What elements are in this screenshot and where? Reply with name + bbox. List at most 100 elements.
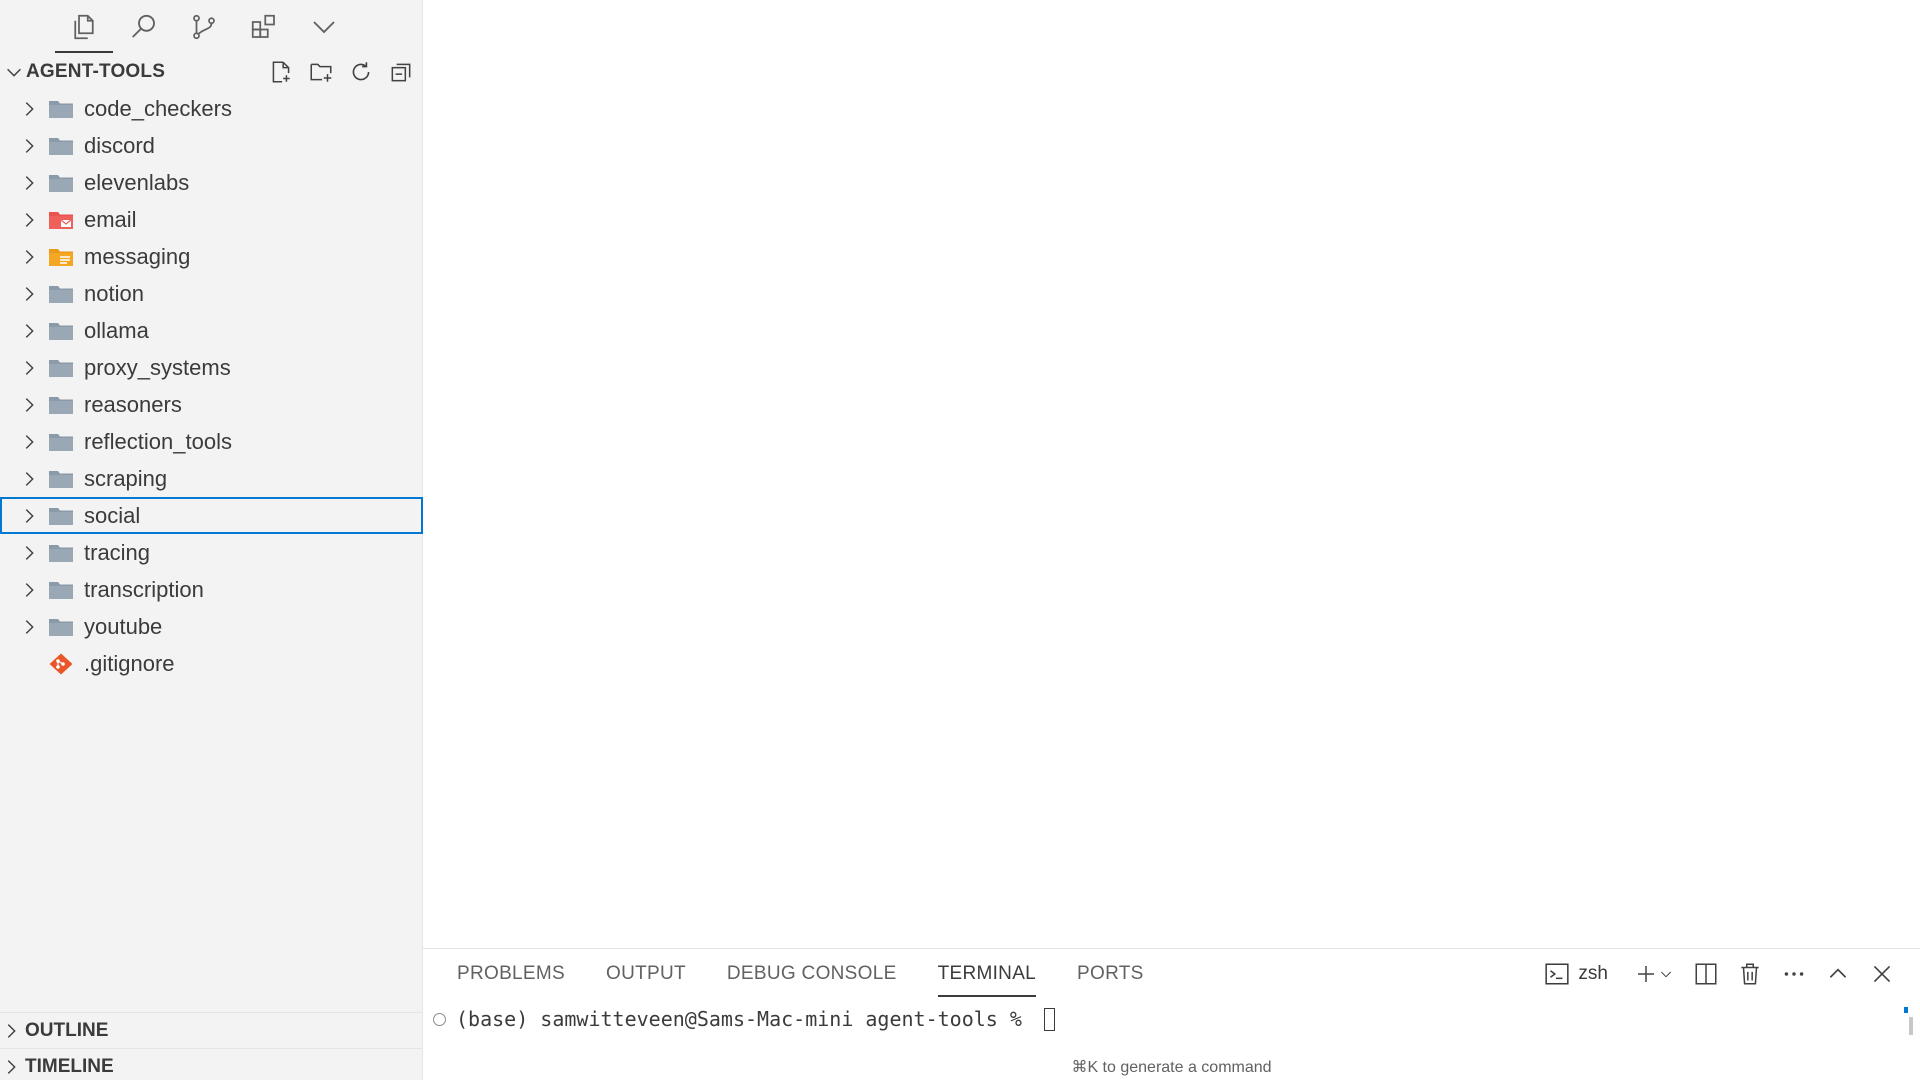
editor-area[interactable] — [423, 0, 1920, 948]
close-panel-button[interactable] — [1868, 960, 1896, 988]
outline-title: OUTLINE — [25, 1019, 109, 1041]
source-control-icon — [193, 14, 215, 40]
source-control-button[interactable] — [174, 3, 234, 51]
folder-icon — [49, 470, 73, 488]
timeline-title: TIMELINE — [25, 1055, 114, 1077]
panel-tabs: PROBLEMS OUTPUT DEBUG CONSOLE TERMINAL P… — [457, 949, 1144, 999]
tree-item-label: code_checkers — [84, 95, 232, 121]
explorer-header[interactable]: AGENT-TOOLS — [0, 56, 423, 88]
timeline-section[interactable]: TIMELINE — [0, 1048, 423, 1084]
tree-item-messaging[interactable]: messaging — [0, 238, 423, 275]
folder-icon — [49, 618, 73, 636]
scrollbar-marker-icon — [1904, 1007, 1913, 1035]
refresh-icon — [352, 62, 370, 81]
folder-icon — [49, 396, 73, 414]
tab-terminal[interactable]: TERMINAL — [937, 949, 1037, 999]
folder-icon — [49, 581, 73, 599]
tree-item-social[interactable]: social — [0, 497, 423, 534]
folder-icon — [49, 100, 73, 118]
collapse-all-button[interactable] — [387, 58, 415, 86]
chevron-right-icon — [7, 1059, 16, 1074]
command-decoration-icon — [433, 1012, 446, 1026]
tree-item-label: email — [84, 206, 137, 232]
search-button[interactable] — [114, 3, 174, 51]
chevron-right-icon — [25, 323, 34, 338]
terminal-name: zsh — [1578, 963, 1608, 984]
new-file-button[interactable] — [267, 58, 295, 86]
tree-item-label: elevenlabs — [84, 169, 190, 195]
tree-item-label: messaging — [84, 243, 191, 269]
tree-item-elevenlabs[interactable]: elevenlabs — [0, 164, 423, 201]
tree-item-youtube[interactable]: youtube — [0, 608, 423, 645]
tree-item-label: proxy_systems — [84, 354, 231, 380]
chevron-right-icon — [25, 138, 34, 153]
tree-item-reflection_tools[interactable]: reflection_tools — [0, 423, 423, 460]
tree-item-transcription[interactable]: transcription — [0, 571, 423, 608]
folder-icon — [49, 285, 73, 303]
more-views-button[interactable] — [294, 3, 354, 51]
folder-icon — [49, 433, 73, 451]
tree-item-label: reasoners — [84, 391, 182, 417]
tree-item-label: transcription — [84, 576, 204, 602]
tree-item-proxy_systems[interactable]: proxy_systems — [0, 349, 423, 386]
activity-bar — [54, 0, 354, 54]
new-folder-button[interactable] — [307, 58, 335, 86]
extensions-button[interactable] — [234, 3, 294, 51]
folder-icon — [49, 507, 73, 525]
chevron-right-icon — [25, 212, 34, 227]
chevron-right-icon — [25, 360, 34, 375]
refresh-button[interactable] — [347, 58, 375, 86]
tab-ports[interactable]: PORTS — [1077, 949, 1144, 999]
tree-item-gitignore[interactable]: .gitignore — [0, 645, 423, 682]
tree-item-discord[interactable]: discord — [0, 127, 423, 164]
tree-item-label: tracing — [84, 539, 151, 565]
chevron-right-icon — [25, 508, 34, 523]
chevron-down-icon — [1660, 971, 1672, 978]
generate-command-hint: ⌘K to generate a command — [1071, 1059, 1272, 1076]
email-folder-icon — [49, 211, 73, 229]
chevron-right-icon — [25, 286, 34, 301]
tree-item-notion[interactable]: notion — [0, 275, 423, 312]
explorer-title: AGENT-TOOLS — [26, 61, 166, 82]
tree-item-ollama[interactable]: ollama — [0, 312, 423, 349]
panel-actions: zsh — [1544, 949, 1896, 999]
tree-item-label: discord — [84, 132, 155, 158]
kill-terminal-button[interactable] — [1736, 960, 1764, 988]
tree-item-reasoners[interactable]: reasoners — [0, 386, 423, 423]
new-folder-icon — [310, 63, 332, 82]
tab-problems[interactable]: PROBLEMS — [457, 949, 565, 999]
chevron-up-icon — [1829, 968, 1847, 978]
explorer-button[interactable] — [54, 3, 114, 53]
terminal-select[interactable]: zsh — [1544, 961, 1608, 987]
chevron-down-icon — [7, 68, 21, 77]
new-file-icon — [272, 61, 290, 83]
outline-section[interactable]: OUTLINE — [0, 1012, 423, 1048]
folder-icon — [49, 174, 73, 192]
trash-icon — [1741, 963, 1759, 985]
tree-item-tracing[interactable]: tracing — [0, 534, 423, 571]
messaging-folder-icon — [49, 248, 73, 266]
more-actions-button[interactable] — [1780, 960, 1808, 988]
tree-item-label: scraping — [84, 465, 168, 491]
folder-icon — [49, 137, 73, 155]
chevron-right-icon — [25, 249, 34, 264]
maximize-panel-button[interactable] — [1824, 960, 1852, 988]
close-icon — [1873, 965, 1891, 983]
tree-item-email[interactable]: email — [0, 201, 423, 238]
ellipsis-icon — [1784, 972, 1804, 976]
tab-output[interactable]: OUTPUT — [606, 949, 686, 999]
tab-debug-console[interactable]: DEBUG CONSOLE — [727, 949, 897, 999]
terminal-prompt: (base) samwitteveen@Sams-Mac-mini agent-… — [456, 1007, 1034, 1031]
tree-item-label: notion — [84, 280, 144, 306]
chevron-right-icon — [25, 582, 34, 597]
tree-item-label: social — [84, 502, 141, 528]
tree-item-code_checkers[interactable]: code_checkers — [0, 90, 423, 127]
chevron-right-icon — [25, 397, 34, 412]
split-terminal-button[interactable] — [1692, 960, 1720, 988]
terminal-output[interactable]: (base) samwitteveen@Sams-Mac-mini agent-… — [433, 1007, 1055, 1031]
chevron-right-icon — [25, 545, 34, 560]
tree-item-scraping[interactable]: scraping — [0, 460, 423, 497]
new-terminal-button[interactable] — [1632, 960, 1676, 988]
file-tree: code_checkers discord elevenlabs email m… — [0, 90, 423, 682]
terminal-cursor — [1043, 1007, 1055, 1031]
